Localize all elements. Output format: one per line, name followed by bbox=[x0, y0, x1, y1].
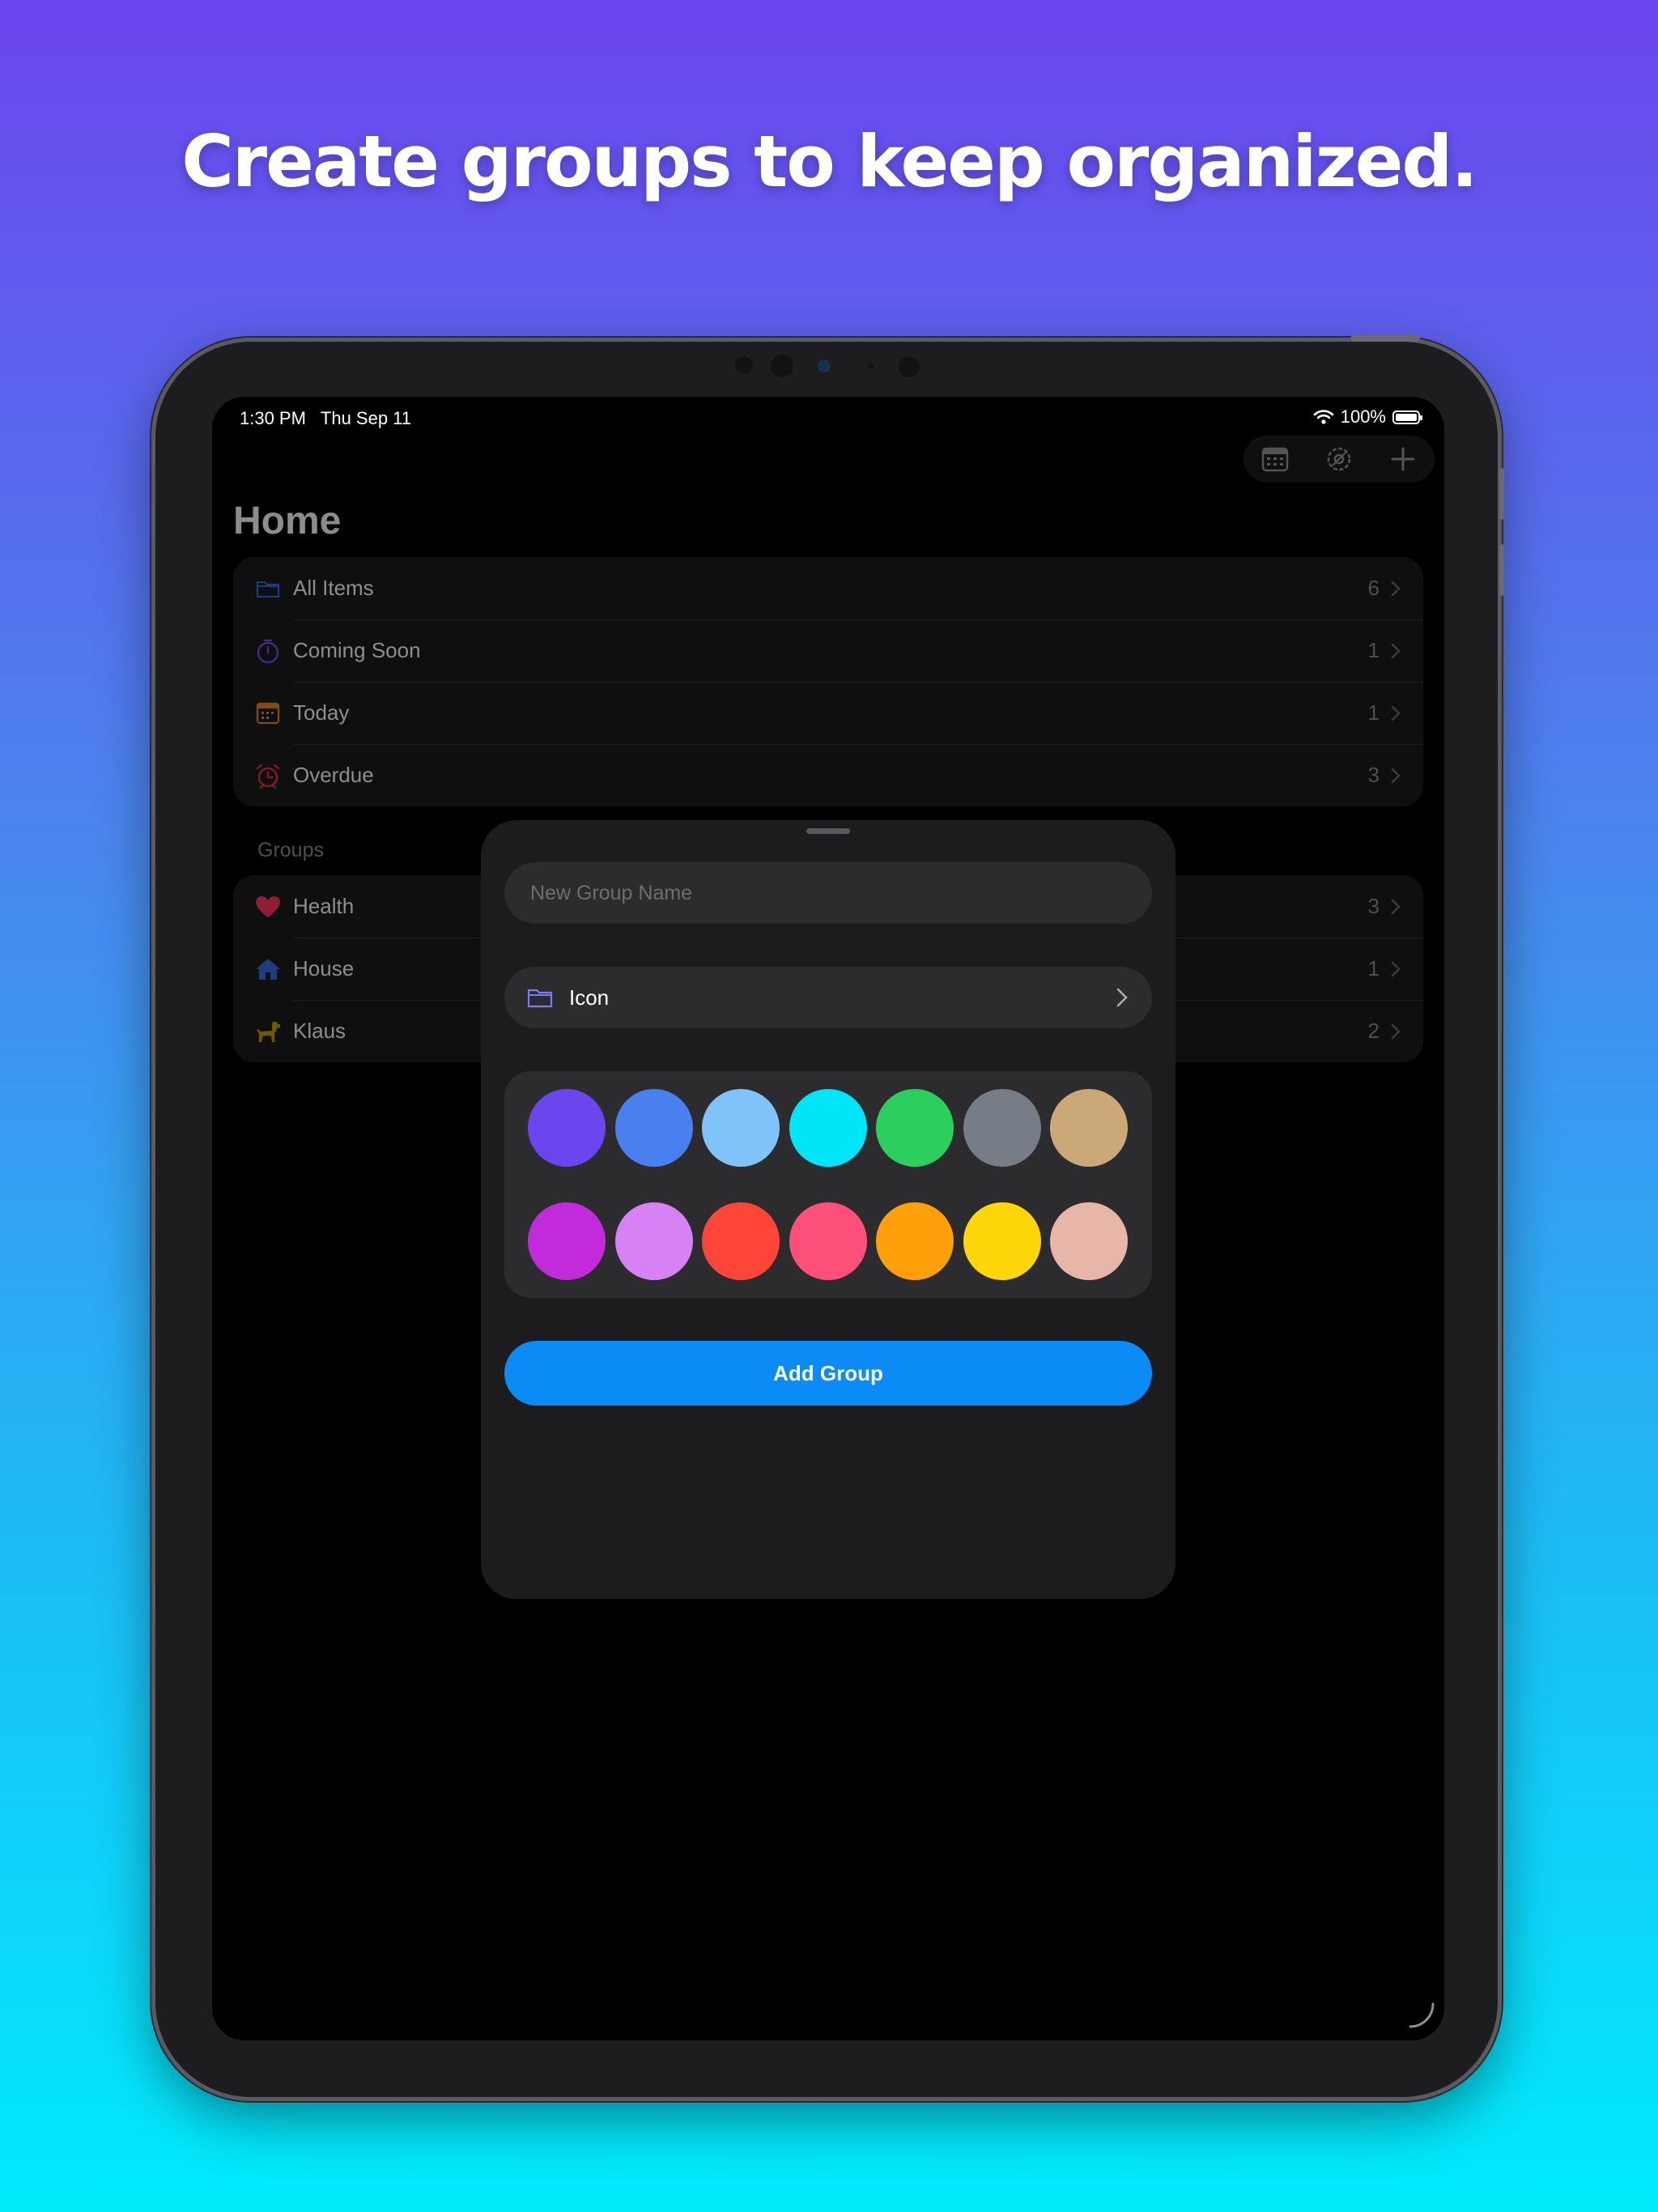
list-item-count: 1 bbox=[1367, 956, 1380, 981]
color-swatch[interactable] bbox=[963, 1202, 1041, 1280]
list-item-coming-soon[interactable]: Coming Soon 1 bbox=[233, 619, 1423, 682]
camera-lens bbox=[735, 356, 753, 374]
group-name-input[interactable] bbox=[529, 880, 1131, 906]
dog-icon bbox=[254, 1018, 282, 1045]
icon-picker-row[interactable]: Icon bbox=[504, 967, 1152, 1028]
groups-section-label: Groups bbox=[257, 839, 324, 861]
color-swatch[interactable] bbox=[614, 1089, 693, 1167]
color-palette bbox=[504, 1071, 1152, 1298]
toolbar bbox=[1244, 436, 1435, 483]
calendar-button[interactable] bbox=[1256, 440, 1295, 479]
battery-icon bbox=[1392, 410, 1422, 424]
house-icon bbox=[254, 955, 282, 983]
list-item-count: 2 bbox=[1367, 1019, 1380, 1043]
icon-picker-label: Icon bbox=[569, 985, 610, 1010]
smart-lists: All Items 6 Coming Soon 1 Today 1 Overdu… bbox=[233, 557, 1423, 806]
resize-handle-icon[interactable] bbox=[1407, 2001, 1436, 2034]
heart-icon bbox=[254, 893, 282, 921]
color-swatch[interactable] bbox=[702, 1089, 780, 1167]
chevron-right-icon bbox=[1391, 768, 1401, 784]
color-swatch[interactable] bbox=[789, 1202, 867, 1280]
chevron-right-icon bbox=[1391, 643, 1401, 659]
chevron-right-icon bbox=[1391, 961, 1401, 977]
camera-lens bbox=[899, 356, 920, 377]
add-button[interactable] bbox=[1384, 440, 1422, 479]
new-group-sheet: Icon Add Group bbox=[481, 820, 1175, 1599]
gear-icon bbox=[1327, 447, 1351, 471]
color-swatch[interactable] bbox=[1050, 1089, 1128, 1167]
list-item-overdue[interactable]: Overdue 3 bbox=[233, 744, 1423, 806]
headline: Create groups to keep organized. bbox=[181, 120, 1478, 203]
add-group-button[interactable]: Add Group bbox=[504, 1341, 1152, 1406]
folder-icon bbox=[254, 575, 282, 602]
color-swatch[interactable] bbox=[876, 1089, 954, 1167]
list-item-count: 6 bbox=[1367, 576, 1380, 600]
color-swatch[interactable] bbox=[789, 1089, 867, 1167]
chevron-right-icon bbox=[1391, 705, 1401, 721]
list-item-all-items[interactable]: All Items 6 bbox=[233, 557, 1423, 619]
status-right: 100% bbox=[1313, 406, 1422, 428]
color-swatch[interactable] bbox=[1050, 1202, 1128, 1280]
folder-icon bbox=[527, 987, 553, 1008]
color-swatch[interactable] bbox=[528, 1202, 606, 1280]
volume-up-button bbox=[1499, 468, 1504, 520]
list-item-label: All Items bbox=[293, 576, 374, 600]
chevron-right-icon bbox=[1391, 899, 1401, 915]
chevron-right-icon bbox=[1116, 988, 1128, 1007]
page-title: Home bbox=[233, 500, 342, 542]
group-name-field[interactable] bbox=[504, 862, 1152, 924]
list-item-count: 1 bbox=[1367, 638, 1380, 662]
list-item-count: 3 bbox=[1367, 894, 1380, 918]
list-item-count: 3 bbox=[1367, 763, 1380, 787]
timer-icon bbox=[254, 637, 282, 665]
calendar-icon bbox=[254, 700, 282, 727]
color-swatch[interactable] bbox=[963, 1089, 1041, 1167]
settings-button[interactable] bbox=[1320, 440, 1358, 479]
status-time: 1:30 PM bbox=[240, 408, 306, 428]
list-item-today[interactable]: Today 1 bbox=[233, 682, 1423, 744]
list-item-label: Coming Soon bbox=[293, 638, 421, 662]
plus-icon bbox=[1391, 447, 1415, 471]
color-swatch[interactable] bbox=[528, 1089, 606, 1167]
color-swatch[interactable] bbox=[614, 1202, 693, 1280]
battery-percent: 100% bbox=[1340, 406, 1386, 427]
status-date: Thu Sep 11 bbox=[320, 408, 412, 428]
volume-down-button bbox=[1499, 544, 1504, 596]
list-item-label: Overdue bbox=[293, 763, 374, 787]
alarm-icon bbox=[254, 762, 282, 789]
color-swatch[interactable] bbox=[876, 1202, 954, 1280]
chevron-right-icon bbox=[1391, 1023, 1401, 1040]
camera-sensor bbox=[868, 363, 874, 369]
top-button bbox=[1350, 335, 1420, 342]
color-swatch[interactable] bbox=[702, 1202, 780, 1280]
list-item-count: 1 bbox=[1367, 700, 1380, 725]
status-time-date: 1:30 PM Thu Sep 11 bbox=[240, 408, 411, 429]
camera-lens bbox=[771, 355, 793, 377]
camera-sensor bbox=[818, 359, 831, 372]
status-bar: 1:30 PM Thu Sep 11 100% bbox=[212, 397, 1444, 439]
sheet-grabber[interactable] bbox=[806, 828, 850, 834]
chevron-right-icon bbox=[1391, 581, 1401, 597]
calendar-icon bbox=[1262, 447, 1289, 472]
wifi-icon bbox=[1313, 410, 1334, 424]
list-item-label: Today bbox=[293, 700, 350, 725]
